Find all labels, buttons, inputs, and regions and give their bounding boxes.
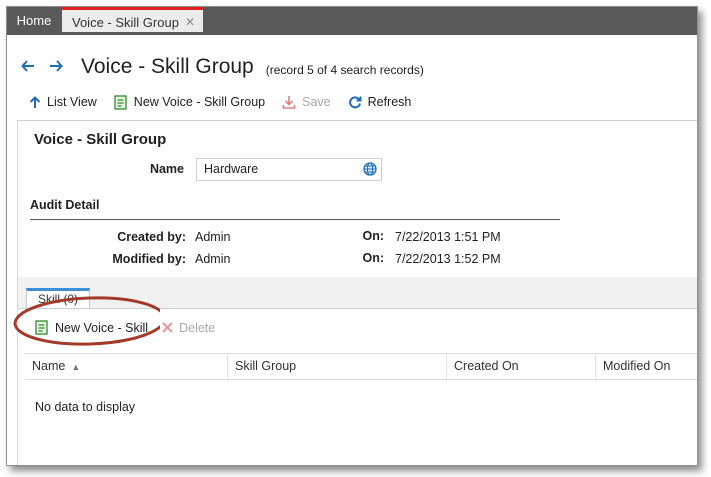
list-view-button[interactable]: List View: [29, 95, 97, 109]
tab-label: Voice - Skill Group: [72, 15, 179, 30]
arrow-right-icon[interactable]: [49, 57, 77, 78]
modified-by-value: Admin: [195, 252, 231, 266]
new-voice-skill-label: New Voice - Skill: [55, 320, 149, 335]
column-label: Modified On: [603, 359, 671, 373]
audit-divider: [30, 219, 560, 220]
modified-by-label: Modified by:: [112, 252, 186, 266]
refresh-icon: [348, 95, 362, 109]
globe-icon[interactable]: [363, 162, 377, 183]
column-label: Skill Group: [235, 359, 297, 373]
refresh-label: Refresh: [367, 95, 412, 109]
column-header-modified-on[interactable]: Modified On: [596, 354, 697, 379]
arrow-up-icon: [29, 95, 41, 109]
close-icon[interactable]: ✕: [185, 10, 195, 35]
list-view-label: List View: [47, 95, 97, 109]
save-button[interactable]: Save: [282, 95, 331, 109]
refresh-button[interactable]: Refresh: [348, 95, 412, 109]
delete-button[interactable]: Delete: [162, 321, 215, 335]
delete-icon: [162, 322, 173, 333]
column-label: Created On: [454, 359, 519, 373]
app-window: Home Voice - Skill Group ✕ Voice - Skill…: [6, 6, 698, 466]
name-value: Hardware: [204, 162, 259, 176]
subtab-bar: Skill (0): [18, 277, 697, 309]
skills-grid-panel: Skill (0) New Voice - Skill Delete Name ▲: [17, 277, 697, 465]
new-label: New Voice - Skill Group: [133, 95, 266, 109]
tab-bar: Home Voice - Skill Group ✕: [7, 7, 697, 35]
page-title: Voice - Skill Group: [81, 55, 254, 78]
tab-skill[interactable]: Skill (0): [26, 288, 90, 308]
new-voice-skill-button[interactable]: New Voice - Skill: [35, 320, 148, 335]
name-label: Name: [149, 162, 184, 176]
audit-detail-title: Audit Detail: [30, 198, 100, 212]
column-header-created-on[interactable]: Created On: [447, 354, 596, 379]
modified-on-value: 7/22/2013 1:52 PM: [395, 252, 501, 266]
created-on-label: On:: [362, 229, 384, 243]
created-by-value: Admin: [195, 230, 231, 244]
column-label: Name: [32, 359, 66, 373]
section-title: Voice - Skill Group: [34, 131, 167, 148]
new-record-icon: [114, 94, 128, 110]
new-record-icon: [35, 320, 49, 335]
save-label: Save: [302, 95, 331, 109]
sort-ascending-icon: ▲: [71, 362, 81, 372]
grid-header: Name ▲ Skill Group Created On Modified On: [25, 353, 697, 380]
tab-voice-skill-group[interactable]: Voice - Skill Group ✕: [62, 7, 203, 32]
column-header-name[interactable]: Name ▲: [25, 354, 228, 379]
name-field[interactable]: Hardware: [196, 158, 382, 181]
detail-form: Voice - Skill Group Name Hardware Audit …: [17, 120, 697, 279]
new-voice-skill-group-button[interactable]: New Voice - Skill Group: [114, 94, 266, 110]
main-toolbar: List View New Voice - Skill Group Save R…: [29, 92, 428, 112]
title-row: Voice - Skill Group (record 5 of 4 searc…: [21, 53, 424, 81]
arrow-left-icon[interactable]: [21, 57, 49, 78]
tab-home[interactable]: Home: [7, 7, 61, 35]
grid-toolbar: New Voice - Skill Delete: [35, 320, 229, 335]
empty-grid-message: No data to display: [35, 400, 136, 414]
delete-label: Delete: [179, 320, 216, 335]
created-on-value: 7/22/2013 1:51 PM: [395, 230, 501, 244]
column-header-skill-group[interactable]: Skill Group: [228, 354, 447, 379]
save-icon: [282, 95, 296, 109]
modified-on-label: On:: [362, 251, 384, 265]
record-info: (record 5 of 4 search records): [265, 62, 424, 77]
created-by-label: Created by:: [117, 230, 186, 244]
